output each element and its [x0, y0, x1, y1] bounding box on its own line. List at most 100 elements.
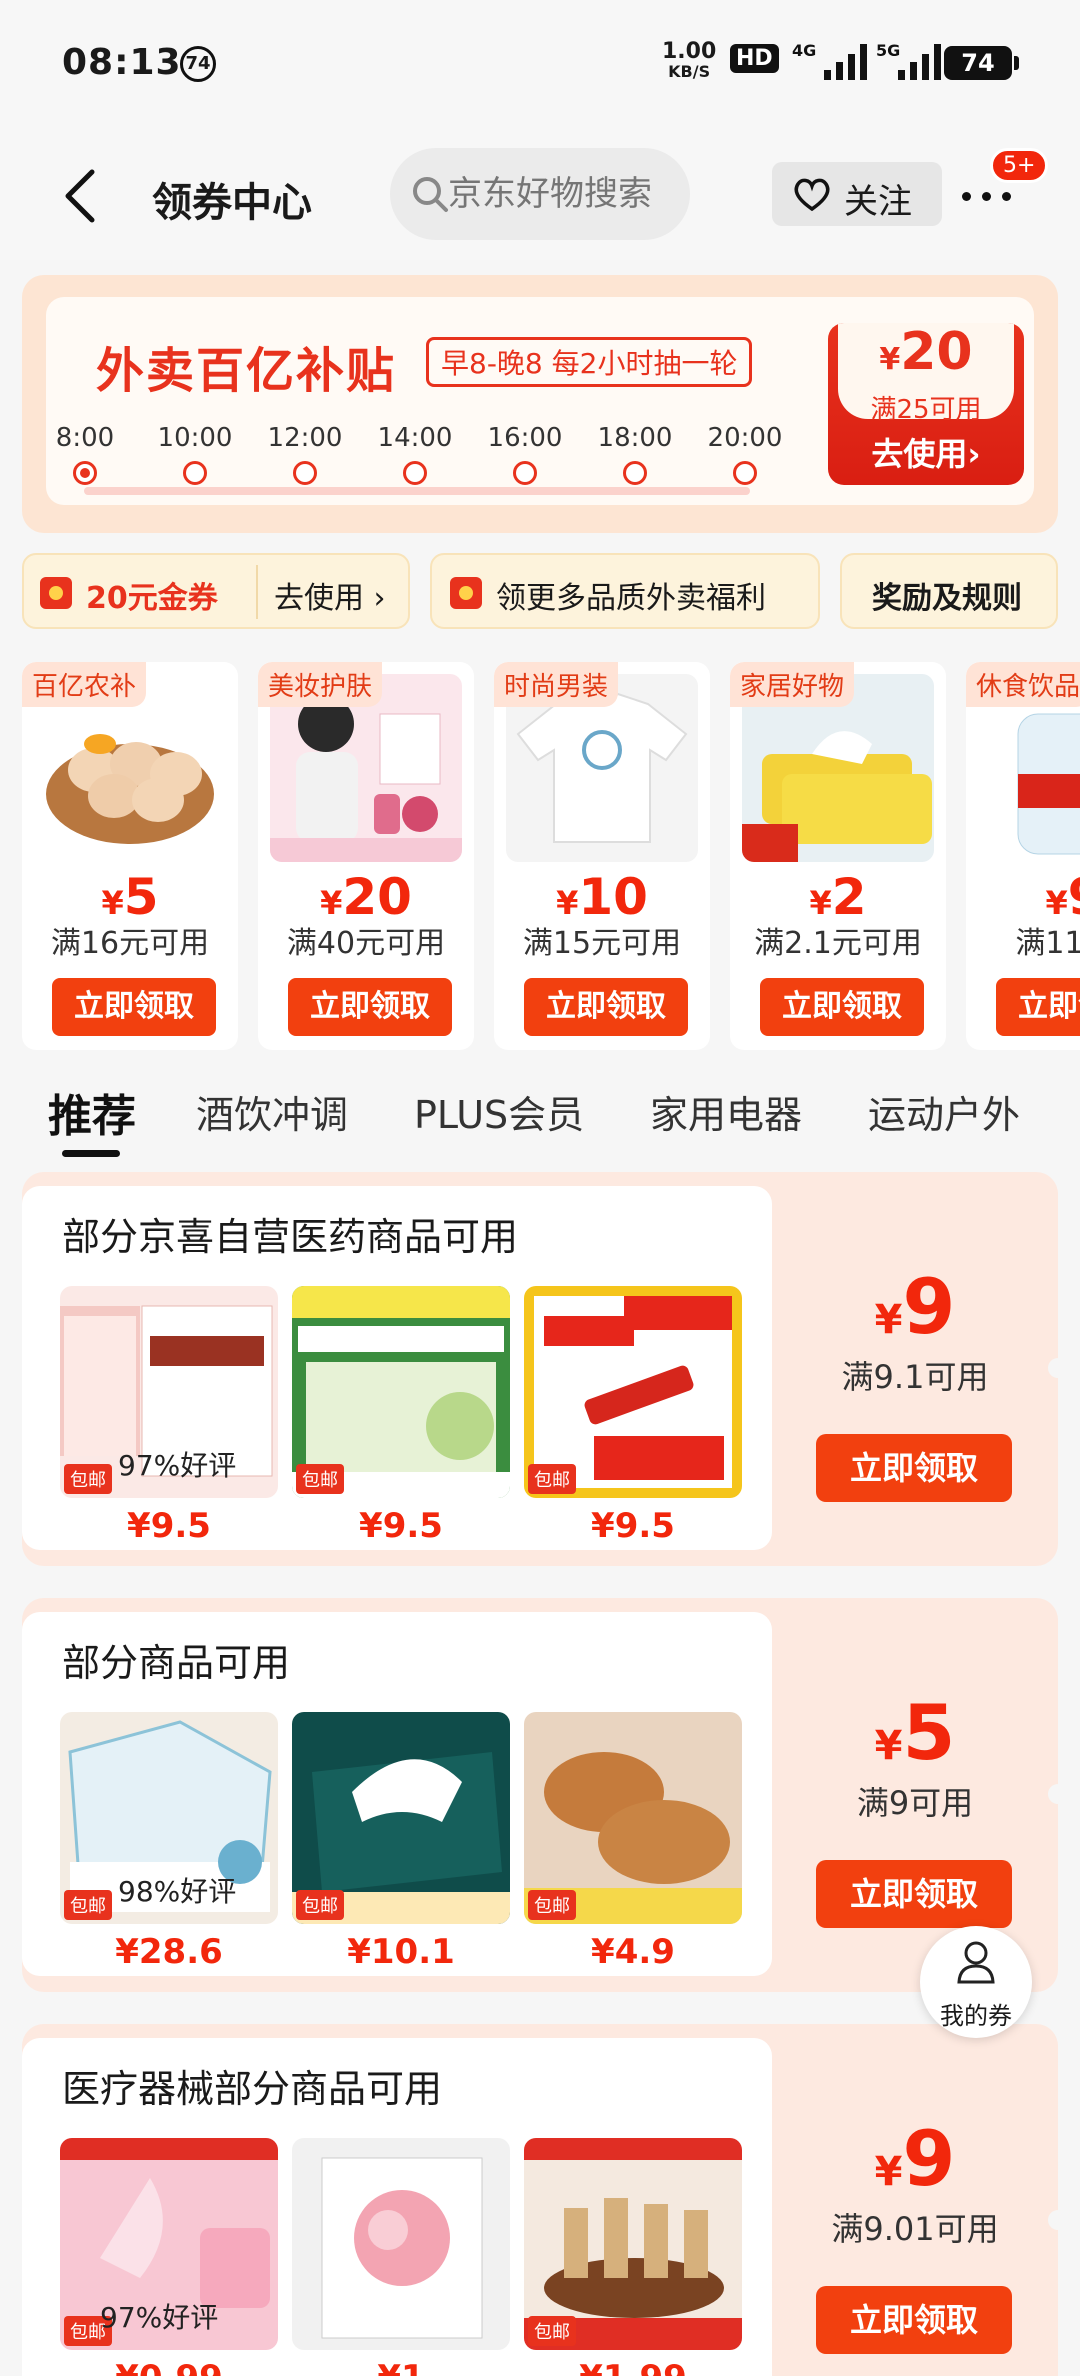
search-icon [413, 177, 448, 212]
claim-button[interactable]: 立即领取 [816, 1434, 1012, 1502]
category-coupon-card[interactable]: 家居好物 ¥2 满2.1元可用 立即领取 [730, 662, 946, 1050]
network-4g-label: 4G [792, 41, 816, 60]
currency-symbol: ¥ [809, 884, 832, 922]
product-price: ¥28.6 [115, 1932, 223, 1972]
product-price: ¥4.9 [591, 1932, 675, 1972]
timeline-time: 16:00 [487, 423, 563, 453]
category-coupon-card[interactable]: 百亿农补 ¥5 满16元可用 立即领取 [22, 662, 238, 1050]
timeline-slot[interactable]: 10:00 [140, 423, 250, 489]
notification-badge: 74 [180, 46, 216, 82]
category-coupon-row[interactable]: 百亿农补 ¥5 满16元可用 立即领取 美妆护肤 ¥20 满40元可用 立即领取… [22, 662, 1080, 1052]
rules-chip[interactable]: 奖励及规则 [840, 553, 1058, 629]
claim-button[interactable]: 立即领取 [996, 978, 1080, 1036]
tab-plus[interactable]: PLUS会员 [414, 1084, 584, 1139]
timeline-time: 12:00 [267, 423, 343, 453]
more-benefits-chip[interactable]: 领更多品质外卖福利 [430, 553, 820, 629]
gold-coupon-chip[interactable]: 20元金券 去使用 › [22, 553, 410, 629]
free-shipping-badge: 包邮 [528, 1890, 576, 1920]
offer-amount: ¥5 [772, 1688, 1058, 1777]
net-speed-unit: KB/S [668, 62, 711, 81]
coupon-condition: 满16元可用 [50, 926, 210, 961]
tab-outdoor[interactable]: 运动户外 [868, 1084, 1020, 1139]
timeline-time: 10:00 [157, 423, 233, 453]
offer-card[interactable]: 部分商品可用 包邮 包邮 包邮 98%好评 ¥28.6 ¥10.1 ¥4.9 ¥… [22, 1598, 1058, 1992]
product-price: ¥9.5 [127, 1506, 211, 1546]
timeline-slot[interactable]: 8:00 [30, 423, 140, 489]
offer-coupon: ¥5 满9可用 立即领取 [772, 1598, 1058, 1992]
category-coupon-card[interactable]: 时尚男装 ¥10 满15元可用 立即领取 [494, 662, 710, 1050]
coupon-condition: 满2.1元可用 [754, 926, 922, 961]
timeline-slot[interactable]: 20:00 [690, 423, 800, 489]
product-price: ¥9.5 [591, 1506, 675, 1546]
category-coupon-card[interactable]: 美妆护肤 ¥20 满40元可用 立即领取 [258, 662, 474, 1050]
gold-coupon-label: 20元金券 [86, 581, 218, 616]
timeline-slot[interactable]: 14:00 [360, 423, 470, 489]
product-tile[interactable]: 包邮 [292, 1712, 510, 1924]
more-dot-icon [1002, 192, 1011, 201]
rating-label: 97%好评 [118, 1449, 237, 1482]
offer-amount: ¥9 [772, 2114, 1058, 2203]
back-arrow-icon[interactable] [54, 166, 114, 226]
claim-button[interactable]: 立即领取 [816, 1860, 1012, 1928]
search-input[interactable] [448, 170, 678, 218]
red-packet-icon [40, 577, 72, 609]
timeline-slot[interactable]: 12:00 [250, 423, 360, 489]
timeline-slot[interactable]: 18:00 [580, 423, 690, 489]
offer-card[interactable]: 医疗器械部分商品可用 包邮 包邮 97%好评 ¥0.9 [22, 2024, 1058, 2376]
more-badge: 5+ [990, 148, 1049, 183]
product-price: ¥0.99 [60, 2358, 278, 2376]
timeline-slot[interactable]: 16:00 [470, 423, 580, 489]
timeline-time: 18:00 [597, 423, 673, 453]
category-coupon-card[interactable]: 休食饮品 ¥9 满119元 立即领取 [966, 662, 1080, 1050]
product-tile[interactable]: 包邮 [524, 1286, 742, 1498]
free-shipping-badge: 包邮 [528, 2316, 576, 2346]
tab-appliances[interactable]: 家用电器 [650, 1084, 802, 1139]
product-tile[interactable]: 包邮 [292, 1286, 510, 1498]
user-icon [957, 1941, 995, 1984]
follow-label: 关注 [844, 182, 912, 222]
offer-title: 医疗器械部分商品可用 [62, 2067, 443, 2111]
tab-drinks[interactable]: 酒饮冲调 [196, 1084, 348, 1139]
free-shipping-badge: 包邮 [64, 1464, 112, 1494]
takeout-coupon[interactable]: ¥20 满25可用 去使用› [828, 323, 1024, 485]
timeline-time: 14:00 [377, 423, 453, 453]
rules-label: 奖励及规则 [872, 581, 1022, 616]
offer-card[interactable]: 部分京喜自营医药商品可用 包邮 包邮 包邮 97%好评 ¥9.5 ¥9.5 ¥9… [22, 1172, 1058, 1566]
currency-symbol: ¥ [874, 1297, 903, 1343]
free-shipping-badge: 包邮 [64, 1890, 112, 1920]
timeline-dot-icon [183, 461, 207, 485]
offer-amount: ¥9 [772, 1262, 1058, 1351]
tab-active-indicator [62, 1150, 120, 1157]
claim-button[interactable]: 立即领取 [288, 978, 452, 1036]
offer-products: 医疗器械部分商品可用 包邮 包邮 97%好评 ¥0.9 [22, 2038, 772, 2376]
offer-value: 5 [902, 1688, 956, 1777]
tab-recommended[interactable]: 推荐 [48, 1080, 136, 1144]
category-tag: 时尚男装 [494, 662, 619, 707]
my-coupons-label: 我的券 [940, 2002, 1012, 2030]
claim-button[interactable]: 立即领取 [760, 978, 924, 1036]
signal-5g-icon: 5G [876, 41, 941, 80]
claim-button[interactable]: 立即领取 [524, 978, 688, 1036]
search-box[interactable] [390, 148, 690, 240]
free-shipping-badge: 包邮 [528, 1464, 576, 1494]
more-dot-icon [982, 192, 991, 201]
timeline-dot-icon [403, 461, 427, 485]
offer-title: 部分京喜自营医药商品可用 [62, 1215, 519, 1259]
my-coupons-button[interactable]: 我的券 [920, 1926, 1032, 2038]
battery-icon: 74 [944, 46, 1019, 80]
product-tile[interactable]: 包邮 [524, 1712, 742, 1924]
peach-box-image [292, 2138, 510, 2350]
claim-button[interactable]: 立即领取 [816, 2286, 1012, 2354]
product-tile[interactable]: 包邮 [524, 2138, 742, 2350]
offer-products: 部分京喜自营医药商品可用 包邮 包邮 包邮 97%好评 ¥9.5 ¥9.5 ¥9… [22, 1186, 772, 1550]
currency-symbol: ¥ [556, 884, 579, 922]
follow-button[interactable]: 关注 [772, 162, 942, 226]
timeline-dot-icon [733, 461, 757, 485]
product-price: ¥9.5 [359, 1506, 443, 1546]
net-speed-value: 1.00 [662, 39, 717, 64]
takeout-use-button[interactable]: 去使用› [828, 429, 1024, 475]
claim-button[interactable]: 立即领取 [52, 978, 216, 1036]
status-time: 08:13 [62, 42, 182, 83]
product-tile[interactable] [292, 2138, 510, 2350]
gold-coupon-action[interactable]: 去使用 › [274, 573, 386, 617]
